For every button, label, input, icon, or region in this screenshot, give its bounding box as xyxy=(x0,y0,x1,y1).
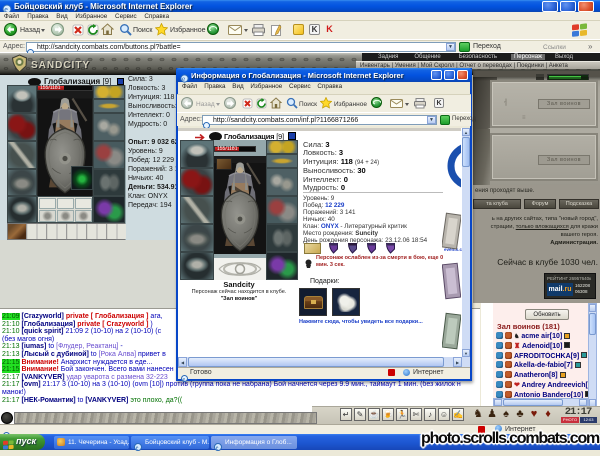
svg-text:e: e xyxy=(182,75,185,83)
svg-text:e: e xyxy=(216,446,219,452)
svg-text:e: e xyxy=(136,446,139,452)
svg-text:e: e xyxy=(183,377,186,382)
